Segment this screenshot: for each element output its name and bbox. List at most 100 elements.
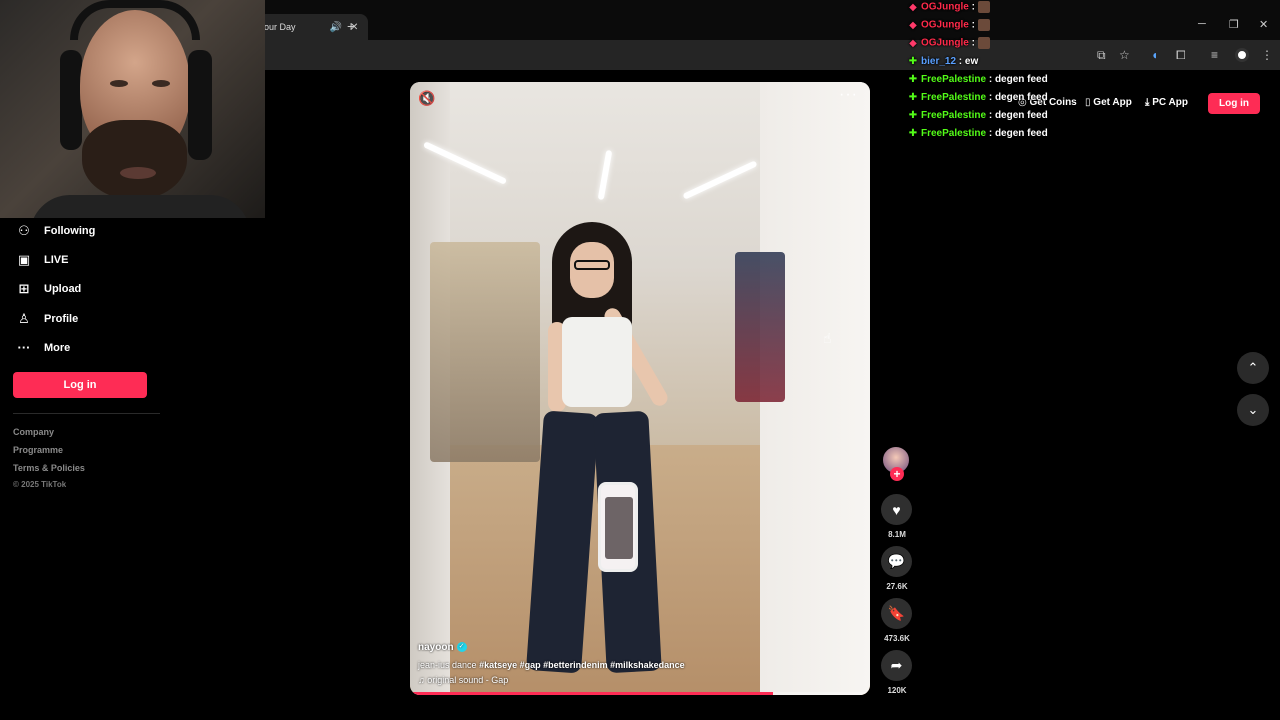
profile-icon: ♙ (18, 311, 30, 326)
footer-link-programme[interactable]: Programme (13, 445, 63, 455)
held-phone-screen (605, 497, 633, 559)
chat-message: ✚ FreePalestine : degen feed (908, 74, 1208, 85)
chat-badge-icon: ◆ (909, 1, 917, 13)
sidebar-item-more[interactable]: ··· More (16, 340, 71, 355)
save-count: 473.6K (884, 634, 910, 643)
chat-username[interactable]: OGJungle (921, 20, 969, 31)
chat-emote-icon (977, 1, 990, 13)
like-count: 8.1M (888, 530, 906, 539)
bookmark-icon: 🔖 (887, 605, 906, 621)
dancer-top (562, 317, 632, 407)
upload-icon: ⊞ (18, 281, 30, 296)
streamer-webcam (0, 0, 265, 218)
author-name: nayoon (418, 642, 454, 653)
sidebar-item-live[interactable]: ▣ LIVE (16, 252, 69, 268)
footer-link-terms[interactable]: Terms & Policies (13, 463, 85, 473)
save-button[interactable]: 🔖 (881, 598, 912, 629)
verified-icon: ✓ (456, 642, 467, 653)
chat-message: ✚ FreePalestine : degen feed (908, 128, 1208, 139)
header-login-button[interactable]: Log in (1208, 93, 1260, 114)
streamer-eye (110, 80, 128, 87)
mute-icon[interactable]: 🔇 (418, 90, 435, 107)
sidebar-item-label: Upload (44, 283, 82, 295)
chat-badge-icon: ✚ (908, 55, 918, 67)
clothing-rack (430, 242, 540, 462)
comment-count: 27.6K (886, 582, 908, 591)
chat-username[interactable]: FreePalestine (921, 92, 986, 103)
chat-separator: : (968, 1, 978, 13)
comment-icon: 💬 (887, 553, 906, 569)
previous-video-button[interactable]: ⌃ (1237, 352, 1269, 384)
chat-message: ◆ OGJungle : (908, 19, 1208, 32)
chat-username[interactable]: OGJungle (921, 38, 969, 49)
sound-name: original sound - Gap (427, 675, 509, 685)
window-close-button[interactable]: ✕ (1259, 18, 1268, 31)
chat-separator: : (986, 73, 995, 85)
following-icon: ⚇ (18, 223, 30, 238)
dancer-face (570, 242, 614, 298)
chat-username[interactable]: FreePalestine (921, 110, 986, 121)
chat-badge-icon: ◆ (909, 19, 917, 31)
streamer-beard (82, 120, 187, 200)
browser-profile-avatar[interactable] (1235, 48, 1249, 62)
clothing-rack (735, 252, 785, 402)
ceiling-light (597, 149, 613, 201)
tab-audio-icon[interactable]: 🔊 (330, 22, 342, 33)
caption-hashtags[interactable]: #katseye #gap #betterindenim #milkshaked… (479, 660, 685, 670)
tab-title: our Day (264, 22, 296, 32)
video-progress-fill (410, 692, 774, 695)
sidebar-item-following[interactable]: ⚇ Following (16, 223, 95, 239)
chat-username[interactable]: bier_12 (921, 56, 956, 67)
streamer-eye (152, 80, 170, 87)
chat-separator: : (986, 92, 995, 103)
headphone-left (60, 50, 82, 150)
chat-badge-icon: ✚ (908, 73, 918, 85)
media-controls-icon[interactable]: ≡ (1211, 48, 1218, 62)
browser-menu-icon[interactable]: ⋮ (1261, 48, 1273, 62)
chat-separator: : (968, 19, 978, 31)
chat-text: degen feed (994, 73, 1048, 85)
chat-message: ◆ OGJungle : (908, 1, 1208, 13)
sidebar-item-profile[interactable]: ♙ Profile (16, 311, 78, 327)
chat-text: ew (964, 55, 979, 67)
chat-message: ◆ OGJungle : (908, 37, 1208, 50)
chat-emote-icon (977, 19, 990, 32)
share-button[interactable]: ➦ (881, 650, 912, 681)
heart-icon: ♥ (892, 501, 901, 518)
like-button[interactable]: ♥ (881, 494, 912, 525)
sidebar-item-label: More (44, 341, 71, 354)
chat-message: ✚ FreePalestine : degen feed (908, 92, 1208, 103)
chat-text: degen feed (994, 92, 1048, 103)
chat-username[interactable]: OGJungle (921, 2, 969, 13)
next-video-button[interactable]: ⌄ (1237, 394, 1269, 426)
share-arrow-icon: ➦ (890, 657, 903, 673)
new-tab-button[interactable]: + (347, 18, 355, 34)
chat-message: ✚ FreePalestine : degen feed (908, 110, 1208, 121)
restore-button[interactable]: ❐ (1229, 18, 1239, 31)
chat-username[interactable]: FreePalestine (921, 74, 986, 85)
sidebar-login-button[interactable]: Log in (13, 372, 147, 398)
chat-emote-icon (977, 37, 990, 50)
chat-badge-icon: ◆ (909, 38, 917, 50)
streamer-shirt (30, 195, 250, 218)
headphone-right (188, 50, 212, 160)
music-note-icon: ♫ (418, 675, 425, 685)
chat-username[interactable]: FreePalestine (921, 128, 986, 139)
chat-badge-icon: ✚ (908, 92, 918, 103)
video-sound[interactable]: ♫ original sound - Gap (418, 675, 508, 685)
chevron-up-icon: ⌃ (1247, 360, 1259, 375)
comment-button[interactable]: 💬 (881, 546, 912, 577)
video-more-icon[interactable]: ··· (839, 86, 858, 104)
sidebar-item-upload[interactable]: ⊞ Upload (16, 281, 82, 297)
video-player[interactable]: 🔇 ··· nayoon ✓ jean-ius dance #katseye #g… (410, 82, 870, 695)
sidebar-item-label: LIVE (44, 254, 69, 266)
video-author[interactable]: nayoon ✓ (418, 642, 467, 653)
chat-badge-icon: ✚ (908, 110, 918, 122)
chat-separator: : (956, 55, 965, 67)
follow-plus-icon[interactable]: + (890, 467, 904, 481)
video-progress-bar[interactable] (410, 692, 870, 695)
footer-link-company[interactable]: Company (13, 427, 54, 437)
chat-text: degen feed (994, 128, 1048, 140)
chevron-down-icon: ⌄ (1247, 402, 1259, 417)
live-icon: ▣ (17, 252, 31, 267)
